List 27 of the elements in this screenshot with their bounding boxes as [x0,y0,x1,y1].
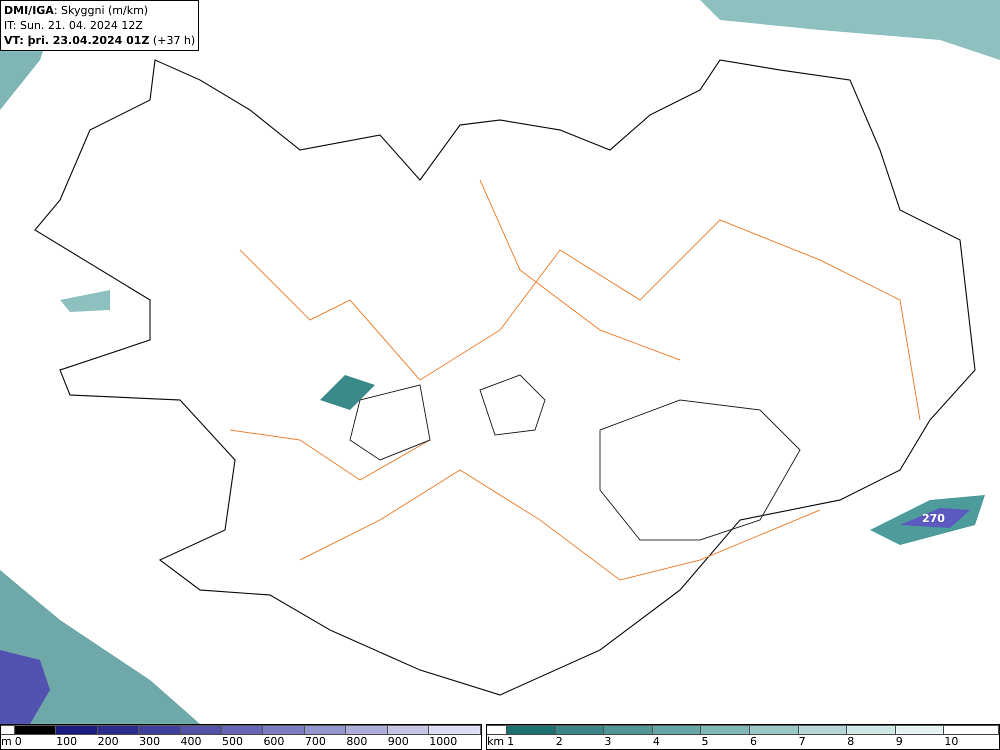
legend-label: 1 [507,735,516,748]
info-line: IT: Sun. 21. 04. 2024 12Z [4,18,144,33]
info-line: VT: þri. 23.04.2024 01Z (+37 h) [4,33,196,48]
legend-label: 600 [263,735,286,748]
map-value-label: 270 [922,512,945,525]
legend-label: 9 [896,735,904,748]
legend-label: 8 [847,735,856,748]
legend-label: 1000 [429,735,458,748]
legend-label: 400 [180,735,203,748]
legend-label: 2 [556,735,564,748]
info-line: DMI/IGA: Skyggni (m/km) [4,3,150,18]
legend-unit: km [487,735,506,748]
legend-label: 10 [944,735,960,748]
legend-label: 500 [222,735,244,748]
legend-label: 900 [388,735,410,748]
legend-label: 800 [346,735,368,748]
legend-label: 5 [701,735,710,748]
legend-label: 200 [98,735,120,748]
legend-label: 7 [798,735,807,748]
legend-label: 4 [652,735,661,748]
legend-label: 3 [604,735,612,748]
legend-label: 700 [304,735,327,748]
legend-unit: m [1,735,13,748]
legend-label: 6 [750,735,758,748]
legend-label: 300 [139,735,162,748]
legend-label: 0 [14,735,23,748]
legend-label: 100 [56,735,78,748]
